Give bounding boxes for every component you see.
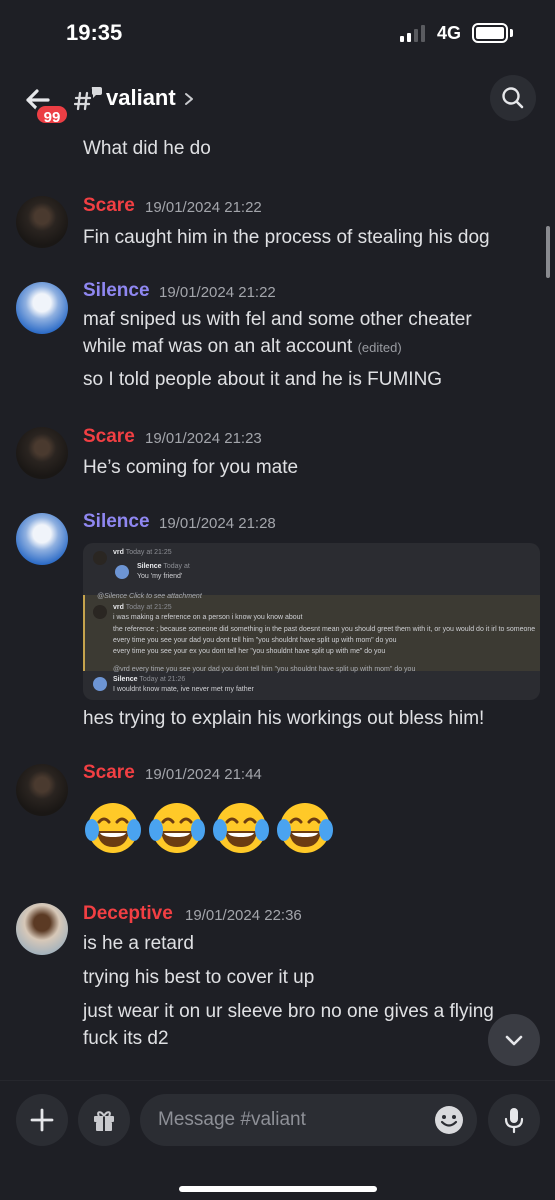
- attachment-reply-ref: @Silence Click to see attachment: [97, 593, 202, 600]
- message-author[interactable]: Deceptive: [83, 903, 173, 925]
- message-timestamp: 19/01/2024 21:23: [145, 430, 262, 447]
- channel-thread-icon: [74, 87, 102, 111]
- message-input-placeholder: Message #valiant: [158, 1109, 306, 1130]
- attachment-avatar: [93, 551, 107, 565]
- battery-tip: [510, 29, 513, 37]
- message-text: He’s coming for you mate: [83, 457, 299, 478]
- attachment-time: Today at: [163, 563, 190, 570]
- status-time: 19:35: [66, 20, 123, 45]
- avatar[interactable]: [16, 282, 68, 334]
- message-text: is he a retard: [83, 933, 194, 954]
- search-button[interactable]: [490, 75, 536, 121]
- gift-icon: [94, 1111, 114, 1131]
- message-text: just wear it on ur sleeve bro no one giv…: [83, 1001, 494, 1022]
- joy-emoji-icon: [149, 803, 205, 853]
- message-timestamp: 19/01/2024 21:22: [145, 199, 262, 216]
- message-text: Fin caught him in the process of stealin…: [83, 227, 490, 248]
- microphone-icon: [504, 1108, 524, 1134]
- message-timestamp: 19/01/2024 21:22: [159, 284, 276, 301]
- attachment-text: the reference ; because someone did some…: [113, 626, 536, 633]
- message-author[interactable]: Scare: [83, 195, 135, 217]
- attachment-text: every time you see your dad you dont tel…: [113, 637, 397, 644]
- emoji-icon[interactable]: [434, 1105, 464, 1135]
- battery-icon: [472, 23, 508, 43]
- message-text: What did he do: [83, 138, 211, 159]
- message-author[interactable]: Silence: [83, 511, 150, 533]
- avatar[interactable]: [16, 513, 68, 565]
- message-timestamp: 19/01/2024 22:36: [185, 907, 302, 924]
- message-timestamp: 19/01/2024 21:44: [145, 766, 262, 783]
- attachment-avatar: [93, 677, 107, 691]
- message-text-part: while maf was on an alt account: [83, 336, 353, 357]
- attachment-text: I wouldnt know mate, ive never met my fa…: [113, 686, 254, 693]
- chevron-right-icon[interactable]: [183, 92, 195, 106]
- status-bar: 19:35 4G: [0, 0, 555, 68]
- network-type: 4G: [437, 23, 462, 43]
- signal-icon: [400, 24, 425, 42]
- emoji-row: [83, 800, 335, 858]
- message-list[interactable]: What did he do Scare 19/01/2024 21:22 Fi…: [0, 132, 555, 1080]
- message-author[interactable]: Scare: [83, 762, 135, 784]
- message-text: fuck its d2: [83, 1028, 169, 1049]
- add-button[interactable]: [16, 1094, 68, 1146]
- message-text: while maf was on an alt account (edited): [83, 336, 402, 358]
- attachment-reply-ref: @vrd every time you see your dad you don…: [113, 666, 416, 673]
- message-timestamp: 19/01/2024 21:28: [159, 515, 276, 532]
- unread-badge: 99: [34, 103, 70, 126]
- message-author[interactable]: Scare: [83, 426, 135, 448]
- attachment-time: Today at 21:26: [139, 676, 186, 683]
- channel-name[interactable]: valiant: [106, 85, 176, 111]
- plus-icon: [30, 1108, 54, 1132]
- joy-emoji-icon: [85, 803, 141, 853]
- message-author[interactable]: Silence: [83, 280, 150, 302]
- attachment-author: vrd: [113, 604, 124, 611]
- attachment-text: i was making a reference on a person i k…: [113, 614, 303, 621]
- message-input[interactable]: Message #valiant: [140, 1094, 477, 1146]
- avatar[interactable]: [16, 196, 68, 248]
- message-text: trying his best to cover it up: [83, 967, 315, 988]
- attachment-text: every time you see your ex you dont tell…: [113, 648, 386, 655]
- avatar[interactable]: [16, 427, 68, 479]
- attachment-author: Silence: [137, 563, 162, 570]
- message-composer: Message #valiant: [0, 1080, 555, 1200]
- avatar[interactable]: [16, 764, 68, 816]
- search-icon: [502, 87, 524, 109]
- joy-emoji-icon: [277, 803, 333, 853]
- attachment-text: You 'my friend': [137, 573, 183, 580]
- message-text: maf sniped us with fel and some other ch…: [83, 309, 472, 330]
- attachment-time: Today at 21:25: [125, 604, 172, 611]
- gift-button[interactable]: [78, 1094, 130, 1146]
- message-text: so I told people about it and he is FUMI…: [83, 369, 443, 390]
- voice-button[interactable]: [488, 1094, 540, 1146]
- message-text: hes trying to explain his workings out b…: [83, 708, 485, 729]
- attachment-avatar: [93, 605, 107, 619]
- image-attachment[interactable]: vrd Today at 21:25 Silence Today at You …: [83, 543, 540, 700]
- attachment-author: Silence: [113, 676, 138, 683]
- scrollbar[interactable]: [546, 226, 550, 278]
- attachment-time: Today at 21:25: [125, 549, 172, 556]
- attachment-avatar: [115, 565, 129, 579]
- jump-to-latest-button[interactable]: [488, 1014, 540, 1066]
- home-indicator[interactable]: [179, 1186, 377, 1192]
- attachment-author: vrd: [113, 549, 124, 556]
- chevron-down-icon: [505, 1035, 523, 1046]
- channel-header: 99 valiant: [0, 68, 555, 132]
- avatar[interactable]: [16, 903, 68, 955]
- joy-emoji-icon: [213, 803, 269, 853]
- edited-label: (edited): [357, 340, 402, 355]
